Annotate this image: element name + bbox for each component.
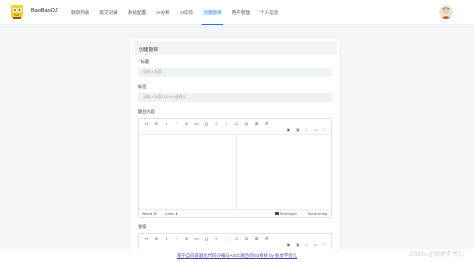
toc-icon[interactable]: ▭ xyxy=(312,128,319,133)
content-markdown-editor[interactable]: H B I “ ⊘ </> {} ≡ ⋮ ☐ ☑ ⊞ 🗎 ▣ ◨ ▯ ▭ ⛶ W… xyxy=(138,118,332,218)
image-icon[interactable]: ⊞ xyxy=(252,236,261,242)
title-input[interactable]: 请输入标题 xyxy=(138,68,332,77)
line-count: Lines: 1 xyxy=(165,212,178,216)
list-icon[interactable]: ≡ xyxy=(212,121,221,127)
write-mode-icon[interactable]: ▣ xyxy=(285,128,292,133)
title-label-text: 标题 xyxy=(140,59,150,64)
answer-field-label: 答案 xyxy=(138,224,147,229)
table-icon[interactable]: 🗎 xyxy=(262,121,271,127)
heading-icon[interactable]: H xyxy=(142,236,151,242)
card-title: 创建题目 xyxy=(139,47,159,53)
code-block-icon[interactable]: {} xyxy=(202,236,211,242)
image-icon[interactable]: ⊞ xyxy=(252,121,261,127)
nav-item-user-management[interactable]: 用户管理 xyxy=(227,0,255,25)
create-problem-card: 创建题目 *标题 请输入标题 标签 请输入标题以Enter键确认 题目内容 H … xyxy=(130,38,340,256)
brand-logo-icon[interactable] xyxy=(9,4,25,20)
toc-icon[interactable]: ▭ xyxy=(312,243,319,248)
nav-item-ai-analysis[interactable]: AI分析 xyxy=(151,0,175,25)
code-icon[interactable]: </> xyxy=(192,236,201,242)
italic-icon[interactable]: I xyxy=(162,121,171,127)
fullscreen-icon[interactable]: ⛶ xyxy=(321,128,328,133)
editor-toolbar: H B I “ ⊘ </> {} ≡ ⋮ ☐ ☑ ⊞ 🗎 ▣ ◨ ▯ ▭ ⛶ xyxy=(139,119,331,135)
quote-icon[interactable]: “ xyxy=(172,236,181,242)
table-icon[interactable]: 🗎 xyxy=(262,236,271,242)
split-mode-icon[interactable]: ◨ xyxy=(294,243,301,248)
lines-value: 1 xyxy=(175,212,178,216)
split-mode-icon[interactable]: ◨ xyxy=(294,128,301,133)
content-field-label: 题目内容 xyxy=(138,109,155,114)
nav-item-system-config[interactable]: 系统配置 xyxy=(123,0,151,25)
preview-mode-icon[interactable]: ▯ xyxy=(303,243,310,248)
preview-mode-icon[interactable]: ▯ xyxy=(303,128,310,133)
user-avatar[interactable] xyxy=(439,5,453,19)
card-header: 创建题目 xyxy=(133,41,337,55)
list-icon[interactable]: ≡ xyxy=(212,236,221,242)
code-block-icon[interactable]: {} xyxy=(202,121,211,127)
strikethrough-icon[interactable]: ☐ xyxy=(232,121,241,127)
lines-label: Lines: xyxy=(165,212,175,216)
scroll-sync-label: Scroll sync xyxy=(279,211,297,216)
bold-icon[interactable]: B xyxy=(152,121,161,127)
task-list-icon[interactable]: ☑ xyxy=(242,236,251,242)
answer-editor-toolbar: H B I “ ⊘ </> {} ≡ ⋮ ☐ ☑ ⊞ 🗎 ▣ ◨ ▯ ▭ ⛶ xyxy=(139,234,331,250)
scroll-to-top-link[interactable]: Scroll to top xyxy=(308,212,327,216)
ordered-list-icon[interactable]: ⋮ xyxy=(222,121,231,127)
main-nav: 题目列表 提交记录 系统配置 AI分析 AI问答 创建题目 用户管理 个人信息 xyxy=(66,0,283,26)
fullscreen-icon[interactable]: ⛶ xyxy=(321,243,328,248)
nav-item-create-problem[interactable]: 创建题目 xyxy=(198,0,226,26)
checkbox-checked-icon[interactable] xyxy=(275,211,279,216)
word-count: Words: 0 xyxy=(142,212,156,216)
words-label: Words: xyxy=(142,212,154,216)
words-value: 0 xyxy=(154,212,157,216)
bold-icon[interactable]: B xyxy=(152,236,161,242)
page-footer: 基于自向容器化代码沙箱与AIGC融合的OJ系统 by 肤虎不亮儿 xyxy=(0,249,474,262)
quote-icon[interactable]: “ xyxy=(172,121,181,127)
nav-item-profile[interactable]: 个人信息 xyxy=(255,0,283,25)
ordered-list-icon[interactable]: ⋮ xyxy=(222,236,231,242)
strikethrough-icon[interactable]: ☐ xyxy=(232,236,241,242)
csdn-watermark: CSDN @肤虎不亮儿 xyxy=(409,252,464,258)
tags-field-label: 标签 xyxy=(138,84,147,89)
link-icon[interactable]: ⊘ xyxy=(182,236,191,242)
editor-pane-divider xyxy=(236,135,237,209)
link-icon[interactable]: ⊘ xyxy=(182,121,191,127)
task-list-icon[interactable]: ☑ xyxy=(242,121,251,127)
nav-item-submissions[interactable]: 提交记录 xyxy=(94,0,122,25)
italic-icon[interactable]: I xyxy=(162,236,171,242)
scroll-sync-toggle[interactable]: Scroll sync xyxy=(275,212,297,216)
tags-input[interactable]: 请输入标题以Enter键确认 xyxy=(138,93,332,102)
top-navbar: BaoBaoOJ 题目列表 提交记录 系统配置 AI分析 AI问答 创建题目 用… xyxy=(0,0,474,26)
editor-status-bar: Words: 0 Lines: 1 Scroll sync Scroll to … xyxy=(139,209,331,217)
nav-item-problems[interactable]: 题目列表 xyxy=(66,0,94,25)
code-icon[interactable]: </> xyxy=(192,121,201,127)
title-field-label: *标题 xyxy=(138,59,149,65)
heading-icon[interactable]: H xyxy=(142,121,151,127)
footer-link[interactable]: 基于自向容器化代码沙箱与AIGC融合的OJ系统 by 肤虎不亮儿 xyxy=(0,253,474,259)
nav-item-ai-qa[interactable]: AI问答 xyxy=(175,0,199,25)
brand-name[interactable]: BaoBaoOJ xyxy=(31,8,58,14)
write-mode-icon[interactable]: ▣ xyxy=(285,243,292,248)
required-mark: * xyxy=(138,59,140,64)
